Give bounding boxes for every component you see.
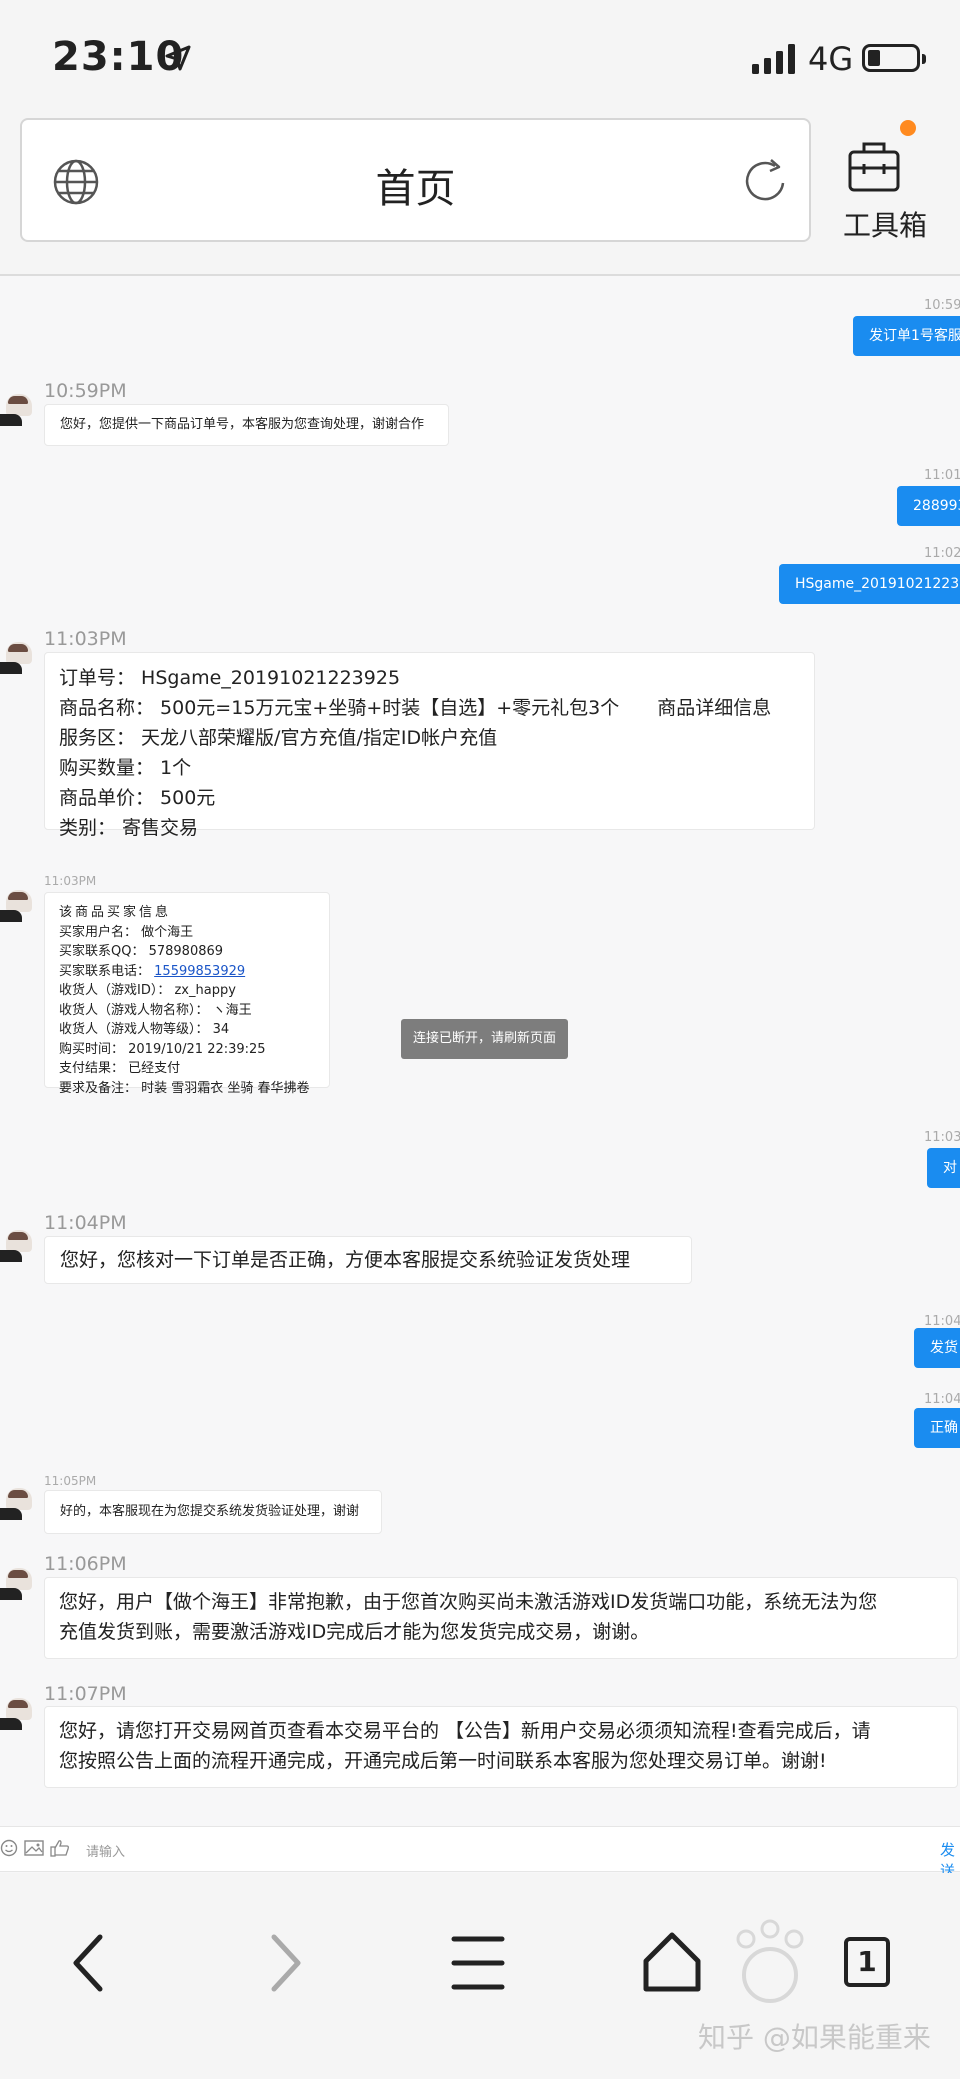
browser-header: 首页 工具箱	[0, 110, 960, 276]
order-info-message: 订单号： HSgame_20191021223925 商品名称： 500元=15…	[44, 652, 815, 839]
connection-toast: 连接已断开，请刷新页面	[401, 1019, 568, 1059]
agent-avatar	[0, 394, 32, 426]
message-line: 您好，用户【做个海王】非常抱歉，由于您首次购买尚未激活游戏ID发货端口功能，系统…	[59, 1591, 878, 1613]
message-time: 11:06PM	[44, 1553, 127, 1575]
thumbs-up-icon[interactable]	[50, 1839, 70, 1857]
chat-area[interactable]: 10:59P 发订单1号客服 10:59PM 您好，您提供一下商品订单号，本客服…	[0, 278, 960, 1833]
buyer-info-heading: 该商品买家信息	[59, 905, 172, 920]
browser-bottom-nav: 1 知乎 @如果能重来	[0, 1873, 960, 2079]
home-icon[interactable]	[622, 1913, 722, 2013]
battery-icon	[862, 44, 926, 72]
outgoing-message: 发订单1号客服	[853, 316, 960, 356]
buyer-line: 买家用户名： 做个海王	[59, 924, 194, 940]
buyer-line: 收货人（游戏ID）： zx_happy	[59, 983, 236, 998]
order-line: 类别： 寄售交易	[59, 817, 199, 839]
toolbox-button[interactable]: 工具箱	[830, 120, 940, 250]
order-line: 购买数量： 1个	[59, 757, 192, 779]
agent-avatar	[0, 1230, 32, 1262]
buyer-phone-link[interactable]: 15599853929	[154, 964, 245, 979]
outgoing-message: 对	[927, 1148, 960, 1188]
message-line: 充值发货到账，需要激活游戏ID完成后才能为您发货完成交易，谢谢。	[59, 1621, 650, 1643]
incoming-message: 您好，用户【做个海王】非常抱歉，由于您首次购买尚未激活游戏ID发货端口功能，系统…	[44, 1577, 958, 1659]
chat-input-bar: 请输入 发送	[0, 1826, 960, 1880]
buyer-line: 支付结果： 已经支付	[59, 1061, 181, 1076]
order-line: 商品名称： 500元=15万元宝+坐骑+时装【自选】+零元礼包3个 商品详细信息	[59, 697, 772, 719]
message-line: 您好，请您打开交易网首页查看本交易平台的 【公告】新用户交易必须须知流程!查看完…	[59, 1720, 871, 1742]
location-arrow-icon	[165, 45, 191, 71]
message-time: 11:02F	[924, 546, 960, 561]
address-bar[interactable]: 首页	[20, 118, 811, 242]
buyer-info-message: 该商品买家信息 买家用户名： 做个海王 买家联系QQ： 578980869 买家…	[44, 892, 330, 1096]
agent-avatar	[0, 642, 32, 674]
notification-dot	[900, 120, 916, 136]
reload-icon[interactable]	[741, 156, 791, 206]
message-time: 10:59PM	[44, 380, 127, 402]
agent-avatar	[0, 890, 32, 922]
incoming-message: 您好，您提供一下商品订单号，本客服为您查询处理，谢谢合作	[44, 404, 449, 446]
outgoing-message: 正确	[914, 1408, 960, 1448]
buyer-line: 购买时间： 2019/10/21 22:39:25	[59, 1041, 266, 1057]
outgoing-message: 288993	[897, 486, 960, 526]
agent-avatar	[0, 1698, 32, 1730]
tab-count: 1	[844, 1937, 890, 1987]
message-time: 11:05PM	[44, 1474, 97, 1488]
toolbox-icon	[848, 142, 900, 192]
signal-icon	[752, 44, 795, 74]
buyer-line: 买家联系QQ： 578980869	[59, 944, 224, 959]
buyer-line: 收货人（游戏人物名称）： ヽ海王	[59, 1002, 252, 1018]
status-bar: 23:10 4G	[0, 0, 960, 110]
message-time: 11:01F	[924, 468, 960, 483]
watermark: 知乎 @如果能重来	[698, 2021, 931, 2054]
buyer-phone-line: 买家联系电话： 15599853929	[59, 962, 315, 982]
forward-icon[interactable]	[234, 1913, 334, 2013]
message-input[interactable]: 请输入	[86, 1841, 125, 1860]
order-line: 订单号： HSgame_20191021223925	[59, 667, 401, 689]
order-line: 商品单价： 500元	[59, 787, 216, 809]
menu-icon[interactable]	[428, 1913, 528, 2013]
message-time: 11:04F	[924, 1314, 960, 1329]
agent-avatar	[0, 1568, 32, 1600]
toolbox-label: 工具箱	[842, 209, 927, 242]
order-line: 服务区： 天龙八部荣耀版/官方充值/指定ID帐户充值	[59, 727, 498, 749]
page-title: 首页	[375, 166, 456, 212]
network-type: 4G	[808, 40, 854, 78]
buyer-line: 收货人（游戏人物等级）： 34	[59, 1022, 230, 1037]
message-time: 10:59P	[924, 298, 960, 313]
buyer-phone-label: 买家联系电话：	[59, 963, 151, 979]
image-icon[interactable]	[24, 1839, 44, 1857]
agent-avatar	[0, 1488, 32, 1520]
outgoing-message: 发货	[914, 1328, 960, 1368]
incoming-message: 您好，请您打开交易网首页查看本交易平台的 【公告】新用户交易必须须知流程!查看完…	[44, 1706, 958, 1788]
message-time: 11:07PM	[44, 1683, 127, 1705]
emoji-icon[interactable]	[0, 1839, 18, 1857]
tabs-button[interactable]: 1	[816, 1913, 916, 2013]
message-time: 11:03PM	[44, 874, 97, 888]
message-time: 11:03PM	[44, 628, 127, 650]
message-time: 11:04F	[924, 1392, 960, 1407]
message-time: 11:04PM	[44, 1212, 127, 1234]
buyer-line: 要求及备注： 时装 雪羽霜衣 坐骑 春华拂卷	[59, 1080, 310, 1096]
watermark-paw-icon	[736, 1919, 804, 2003]
message-line: 您按照公告上面的流程开通完成，开通完成后第一时间联系本客服为您处理交易订单。谢谢…	[59, 1750, 827, 1772]
back-icon[interactable]	[40, 1913, 140, 2013]
message-time: 11:03F	[924, 1130, 960, 1145]
incoming-message: 好的，本客服现在为您提交系统发货验证处理，谢谢	[44, 1490, 382, 1534]
incoming-message: 您好，您核对一下订单是否正确，方便本客服提交系统验证发货处理	[44, 1236, 692, 1284]
outgoing-message: HSgame_20191021223925	[779, 564, 960, 604]
